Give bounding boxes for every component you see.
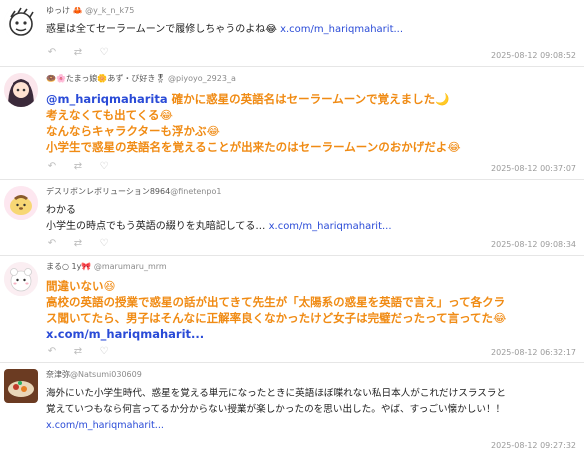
post-3[interactable]: デスリボンレボリューション8964@finetenpo1 わかる 小学生の時点で… <box>0 180 584 256</box>
post-line: 海外にいた小学生時代、惑星を覚える単元になったときに英語ほぼ喋れない私日本人がこ… <box>46 386 576 402</box>
reply-icon[interactable]: ↶ <box>46 346 58 357</box>
display-name[interactable]: 奈津弥 <box>46 370 70 379</box>
text-segment: わかる <box>46 205 76 216</box>
text-segment: 惑星は全てセーラームーンで履修しちゃうのよね😂 <box>46 24 281 35</box>
post-link[interactable]: x.com/m_hariqmaharit... <box>280 24 403 35</box>
display-name[interactable]: デスリボンレボリューション8964 <box>46 187 170 196</box>
avatar[interactable] <box>4 369 38 403</box>
post-header: デスリボンレボリューション8964@finetenpo1 <box>46 186 221 197</box>
reply-icon[interactable]: ↶ <box>46 47 58 58</box>
timestamp[interactable]: 2025-08-12 00:37:07 <box>491 164 576 173</box>
post-actions: ↶ ⇄ ♡ <box>46 238 110 249</box>
retweet-icon[interactable]: ⇄ <box>72 238 84 249</box>
text-segment: なんならキャラクターも浮かぶ😂 <box>46 124 220 138</box>
mention-link[interactable]: @m_hariqmaharita <box>46 92 168 106</box>
text-segment: ス聞いてたら、男子はそんなに正解率良くなかったけど女子は完璧だったって言ってた😂 <box>46 311 507 325</box>
avatar[interactable] <box>4 262 38 296</box>
cartoon-face-icon <box>4 6 38 40</box>
post-text: 間違いない😆 高校の英語の授業で惑星の話が出てきて先生が「太陽系の惑星を英語で言… <box>46 278 576 342</box>
post-line: わかる <box>46 203 576 219</box>
timestamp[interactable]: 2025-08-12 09:08:34 <box>491 240 576 249</box>
food-photo-icon <box>4 369 38 403</box>
post-link[interactable]: x.com/m_hariqmaharit... <box>46 327 204 341</box>
pompompurin-icon <box>4 186 38 220</box>
post-text: わかる 小学生の時点でもう英語の綴りを丸暗記してる… x.com/m_hariq… <box>46 203 576 235</box>
retweet-icon[interactable]: ⇄ <box>72 346 84 357</box>
post-text: 海外にいた小学生時代、惑星を覚える単元になったときに英語ほぼ喋れない私日本人がこ… <box>46 386 576 434</box>
post-line: 小学生の時点でもう英語の綴りを丸暗記してる… x.com/m_hariqmaha… <box>46 219 576 235</box>
post-actions: ↶ ⇄ ♡ <box>46 161 110 172</box>
post-line: @m_hariqmaharita 確かに惑星の英語名はセーラームーンで覚えました… <box>46 91 576 107</box>
user-handle[interactable]: @marumaru_mrm <box>94 262 167 271</box>
timestamp[interactable]: 2025-08-12 09:08:52 <box>491 51 576 60</box>
user-handle[interactable]: @Natsumi030609 <box>70 370 142 379</box>
post-text: 惑星は全てセーラームーンで履修しちゃうのよね😂 x.com/m_hariqmah… <box>46 22 576 38</box>
like-icon[interactable]: ♡ <box>98 346 110 357</box>
like-icon[interactable]: ♡ <box>98 238 110 249</box>
text-segment: 確かに惑星の英語名はセーラームーンで覚えました🌙 <box>167 92 450 106</box>
chiikawa-icon <box>4 262 38 296</box>
post-line: 考えなくても出てくる😂 <box>46 107 576 123</box>
reply-icon[interactable]: ↶ <box>46 161 58 172</box>
post-header: 奈津弥@Natsumi030609 <box>46 369 142 380</box>
post-actions: ↶ ⇄ ♡ <box>46 47 110 58</box>
post-header: まる○ 1y🎀 @marumaru_mrm <box>46 261 167 272</box>
post-line: x.com/m_hariqmaharit... <box>46 418 576 434</box>
text-segment: 小学生で惑星の英語名を覚えることが出来たのはセーラームーンのおかげだよ😂 <box>46 140 461 154</box>
timestamp[interactable]: 2025-08-12 06:32:17 <box>491 348 576 357</box>
like-icon[interactable]: ♡ <box>98 161 110 172</box>
user-handle[interactable]: @finetenpo1 <box>170 187 221 196</box>
reply-icon[interactable]: ↶ <box>46 238 58 249</box>
timestamp[interactable]: 2025-08-12 09:27:32 <box>491 441 576 450</box>
post-2[interactable]: 🍩🌸たまっ娘🌼あず・び好き🎖 @piyoyo_2923_a @m_hariqma… <box>0 67 584 180</box>
anime-girl-icon <box>4 73 38 107</box>
post-link[interactable]: x.com/m_hariqmaharit... <box>269 221 392 232</box>
display-name[interactable]: まる○ 1y🎀 <box>46 262 91 271</box>
retweet-icon[interactable]: ⇄ <box>72 47 84 58</box>
post-5[interactable]: 奈津弥@Natsumi030609 海外にいた小学生時代、惑星を覚える単元になっ… <box>0 363 584 454</box>
text-segment: 考えなくても出てくる😂 <box>46 108 173 122</box>
post-line: なんならキャラクターも浮かぶ😂 <box>46 123 576 139</box>
post-1[interactable]: ゆっけ 🦀 @y_k_n_k75 惑星は全てセーラームーンで履修しちゃうのよね😂… <box>0 0 584 67</box>
text-segment: 覚えていつもなら何言ってるか分からない授業が楽しかったのを思い出した。やば、すっ… <box>46 404 506 415</box>
avatar[interactable] <box>4 186 38 220</box>
text-segment: 間違いない😆 <box>46 279 116 293</box>
post-line: 覚えていつもなら何言ってるか分からない授業が楽しかったのを思い出した。やば、すっ… <box>46 402 576 418</box>
avatar[interactable] <box>4 6 38 40</box>
post-line: 惑星は全てセーラームーンで履修しちゃうのよね😂 x.com/m_hariqmah… <box>46 22 576 38</box>
post-text: @m_hariqmaharita 確かに惑星の英語名はセーラームーンで覚えました… <box>46 91 576 155</box>
post-link[interactable]: x.com/m_hariqmaharit... <box>46 420 164 431</box>
retweet-icon[interactable]: ⇄ <box>72 161 84 172</box>
post-line: 高校の英語の授業で惑星の話が出てきて先生が「太陽系の惑星を英語で言え」って各クラ <box>46 294 576 310</box>
post-line: 間違いない😆 <box>46 278 576 294</box>
post-4[interactable]: まる○ 1y🎀 @marumaru_mrm 間違いない😆 高校の英語の授業で惑星… <box>0 256 584 363</box>
post-header: 🍩🌸たまっ娘🌼あず・び好き🎖 @piyoyo_2923_a <box>46 73 236 84</box>
text-segment: 小学生の時点でもう英語の綴りを丸暗記してる… <box>46 221 269 232</box>
user-handle[interactable]: @piyoyo_2923_a <box>168 74 236 83</box>
text-segment: 海外にいた小学生時代、惑星を覚える単元になったときに英語ほぼ喋れない私日本人がこ… <box>46 388 507 399</box>
like-icon[interactable]: ♡ <box>98 47 110 58</box>
post-line: ス聞いてたら、男子はそんなに正解率良くなかったけど女子は完璧だったって言ってた😂 <box>46 310 576 326</box>
post-header: ゆっけ 🦀 @y_k_n_k75 <box>46 5 134 16</box>
text-segment: 高校の英語の授業で惑星の話が出てきて先生が「太陽系の惑星を英語で言え」って各クラ <box>46 295 506 309</box>
user-handle[interactable]: @y_k_n_k75 <box>85 6 134 15</box>
display-name[interactable]: ゆっけ 🦀 <box>46 6 83 15</box>
display-name[interactable]: 🍩🌸たまっ娘🌼あず・び好き🎖 <box>46 74 165 83</box>
post-actions: ↶ ⇄ ♡ <box>46 346 110 357</box>
post-line: x.com/m_hariqmaharit... <box>46 326 576 342</box>
avatar[interactable] <box>4 73 38 107</box>
post-line: 小学生で惑星の英語名を覚えることが出来たのはセーラームーンのおかげだよ😂 <box>46 139 576 155</box>
